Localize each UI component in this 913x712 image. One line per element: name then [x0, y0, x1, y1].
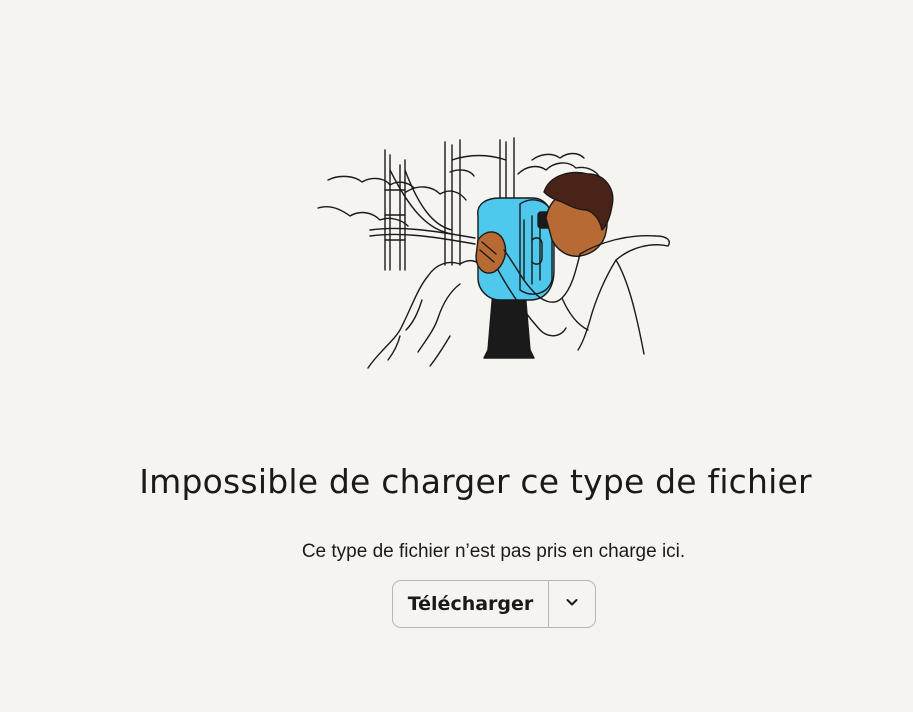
error-title: Impossible de charger ce type de fichier — [139, 462, 812, 501]
chevron-down-icon — [564, 594, 580, 615]
error-message: Ce type de fichier n’est pas pris en cha… — [301, 541, 686, 562]
download-button[interactable]: Télécharger — [393, 581, 549, 627]
download-button-group: Télécharger — [392, 580, 596, 628]
error-illustration — [310, 130, 680, 380]
more-options-button[interactable] — [549, 581, 595, 627]
